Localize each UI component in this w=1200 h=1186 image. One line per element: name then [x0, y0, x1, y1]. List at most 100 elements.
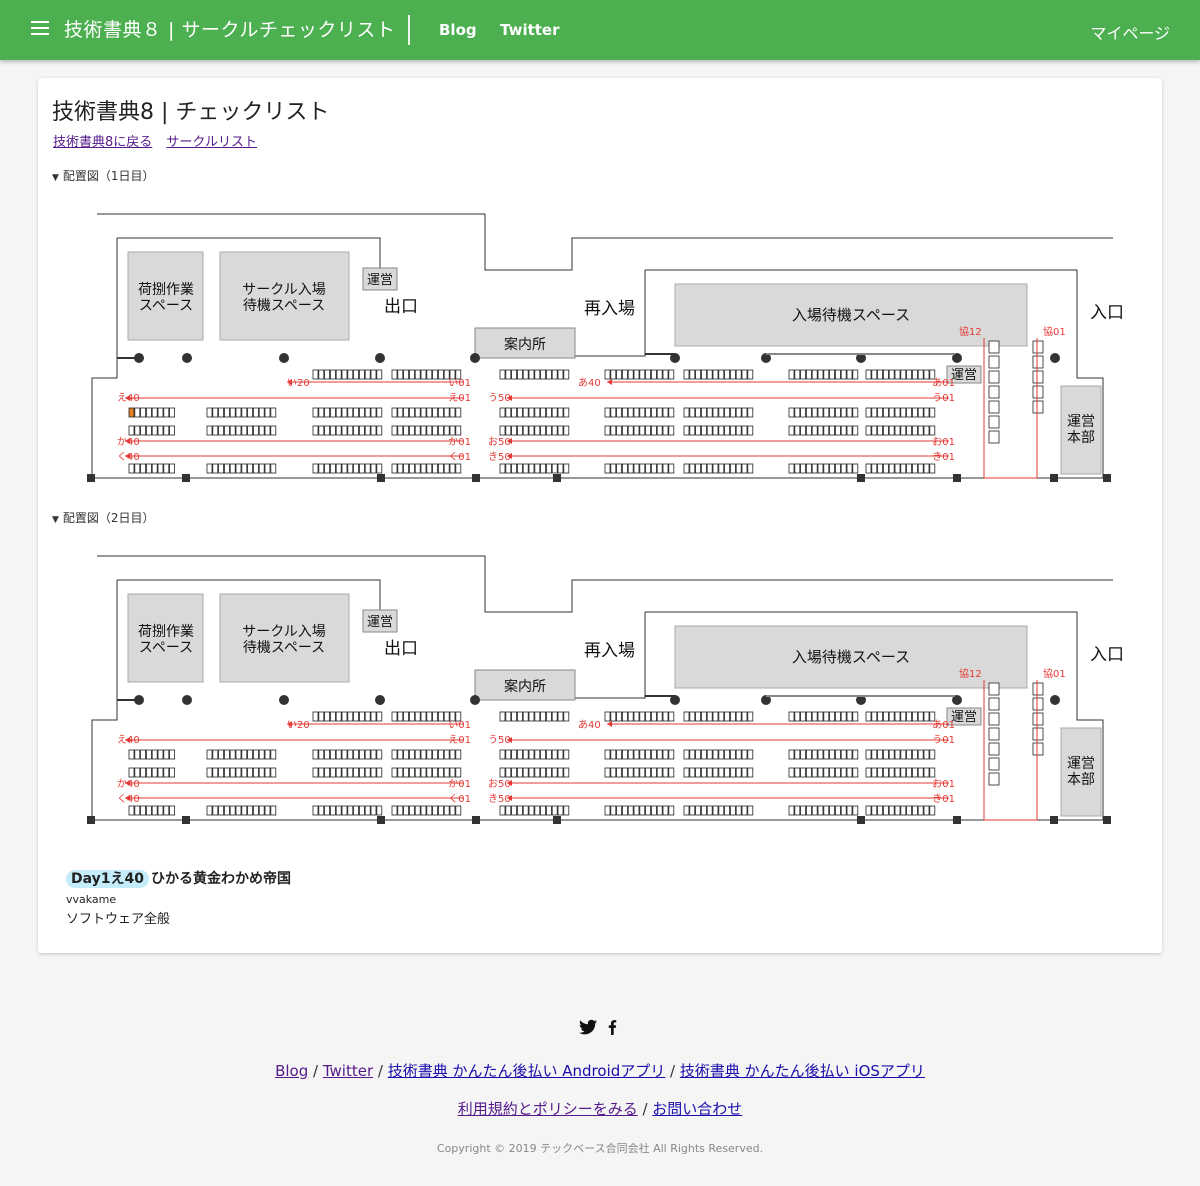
footer-terms-link[interactable]: 利用規約とポリシーをみる: [458, 1100, 638, 1118]
footer-android-app-link[interactable]: 技術書典 かんたん後払い Androidアプリ: [388, 1062, 666, 1080]
desk: [668, 463, 675, 474]
highlighted-desk: [128, 407, 135, 418]
desk: [730, 369, 736, 380]
desk: [877, 425, 883, 436]
desk: [157, 767, 164, 778]
desk: [358, 369, 365, 380]
desk: [923, 805, 930, 816]
desk: [852, 463, 859, 474]
desk: [318, 425, 325, 436]
desk: [335, 767, 342, 778]
desk: [258, 767, 265, 778]
desk: [420, 407, 427, 418]
desk: [140, 805, 146, 816]
desk: [656, 425, 663, 436]
hamburger-menu-icon[interactable]: [31, 21, 49, 37]
desk: [432, 749, 439, 760]
row-label: え40: [117, 392, 140, 404]
desk: [988, 415, 1000, 429]
pillar: [1050, 353, 1060, 363]
desk: [800, 749, 806, 760]
desk: [329, 749, 336, 760]
desk: [633, 767, 640, 778]
desk: [157, 407, 164, 418]
desk: [794, 463, 801, 474]
page-title: 技術書典8 | チェックリスト: [52, 100, 330, 125]
desk: [865, 463, 872, 474]
desk: [988, 682, 1000, 696]
desk: [408, 425, 415, 436]
row-label: お50: [488, 436, 511, 448]
desk: [894, 407, 901, 418]
desk: [917, 425, 924, 436]
desk: [563, 711, 570, 722]
desk: [610, 749, 617, 760]
facebook-icon[interactable]: [608, 1020, 617, 1035]
desk: [432, 711, 439, 722]
desk: [689, 805, 696, 816]
back-to-event-link[interactable]: 技術書典8に戻る: [53, 135, 152, 150]
desk: [264, 463, 271, 474]
desk: [701, 749, 707, 760]
desk: [353, 767, 360, 778]
row-label: 協12: [959, 667, 982, 680]
desk: [528, 369, 535, 380]
desk: [391, 805, 398, 816]
desk: [923, 369, 930, 380]
desk: [988, 355, 1000, 369]
packing-label: スペース: [139, 640, 193, 656]
desk: [408, 407, 415, 418]
desk: [639, 767, 646, 778]
desk: [223, 425, 230, 436]
circle-list-link[interactable]: サークルリスト: [166, 135, 257, 150]
desk: [846, 805, 853, 816]
desk: [235, 749, 242, 760]
nav-blog-link[interactable]: Blog: [439, 21, 477, 39]
desk: [247, 767, 254, 778]
desk: [218, 805, 225, 816]
desk: [877, 407, 883, 418]
footer-contact-link[interactable]: お問い合わせ: [652, 1100, 742, 1118]
footer-blog-link[interactable]: Blog: [275, 1062, 308, 1080]
desk: [324, 407, 331, 418]
desk: [651, 767, 657, 778]
desk: [656, 463, 663, 474]
info-label: 案内所: [504, 678, 546, 695]
footer-twitter-link[interactable]: Twitter: [323, 1062, 373, 1080]
desk: [499, 805, 506, 816]
desk: [622, 711, 628, 722]
desk: [347, 749, 354, 760]
desk: [724, 407, 730, 418]
desk: [689, 711, 696, 722]
mypage-link[interactable]: マイページ: [1090, 20, 1170, 44]
desk: [639, 749, 646, 760]
desk: [163, 463, 170, 474]
footer-ios-app-link[interactable]: 技術書典 かんたん後払い iOSアプリ: [680, 1062, 925, 1080]
map-day2-toggle[interactable]: ▼ 配置図（2日目）: [52, 509, 155, 526]
row-label: お01: [932, 778, 955, 790]
desk: [894, 805, 901, 816]
desk: [397, 711, 404, 722]
breadcrumb: 技術書典8に戻る サークルリスト: [53, 131, 267, 150]
desk: [432, 369, 439, 380]
map-day1-toggle[interactable]: ▼ 配置図（1日目）: [52, 167, 155, 184]
circle-entry[interactable]: Day1え40 ひかる黄金わかめ帝国 vvakame ソフトウェア全般: [66, 868, 291, 927]
circle-name[interactable]: ひかる黄金わかめ帝国: [151, 871, 291, 887]
desk: [906, 767, 912, 778]
desk: [1032, 682, 1044, 696]
desk: [865, 369, 872, 380]
desk: [718, 711, 725, 722]
desk: [747, 805, 754, 816]
desk: [604, 711, 611, 722]
desk: [823, 407, 830, 418]
desk: [318, 407, 325, 418]
desk: [823, 425, 830, 436]
desk: [511, 805, 518, 816]
desk: [912, 407, 918, 418]
desk: [662, 425, 669, 436]
twitter-icon[interactable]: [579, 1019, 597, 1035]
info-label: 案内所: [504, 336, 546, 353]
pillar: [87, 816, 95, 824]
app-title[interactable]: 技術書典８ | サークルチェックリスト: [64, 15, 395, 42]
nav-twitter-link[interactable]: Twitter: [500, 21, 560, 39]
